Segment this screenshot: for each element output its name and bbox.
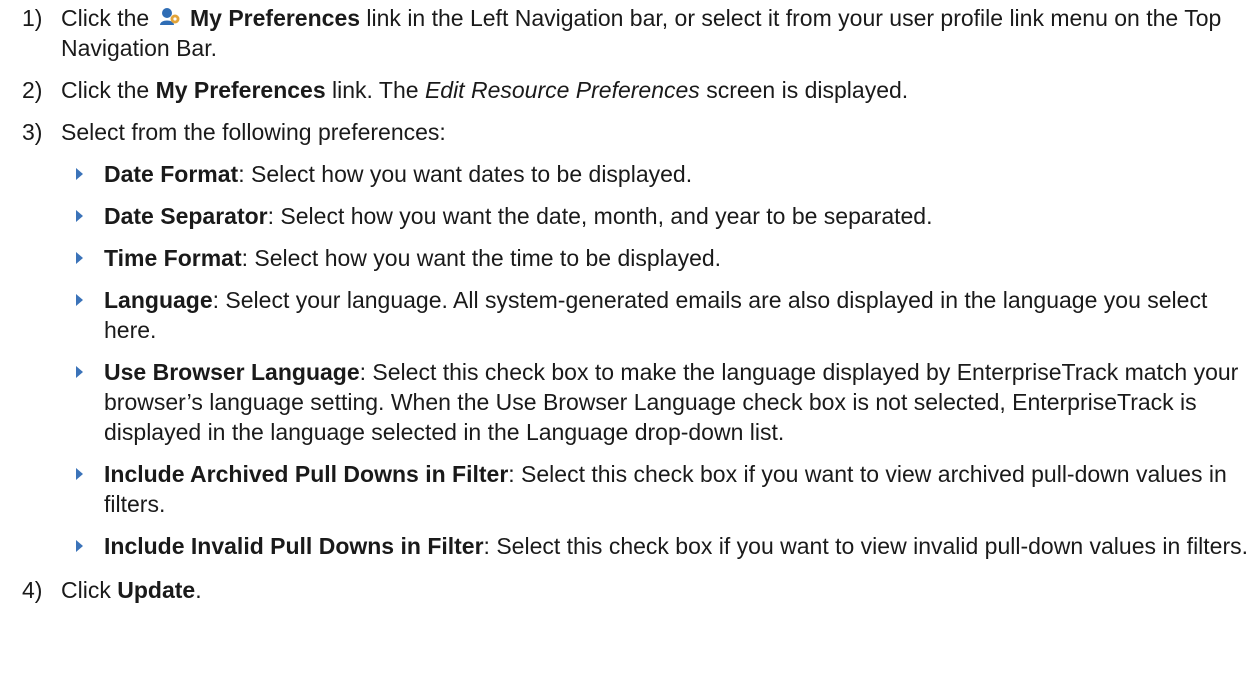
- bullet-arrow-icon: [76, 210, 83, 222]
- step-1: 1) Click the My Preferences link in the …: [0, 3, 1252, 63]
- step-number: 1): [22, 5, 43, 31]
- my-preferences-link-name: My Preferences: [189, 5, 361, 31]
- preference-desc: : Select how you want the date, month, a…: [267, 203, 933, 229]
- step-text-post: screen is displayed.: [706, 77, 909, 103]
- preference-term: Use Browser Language: [104, 359, 360, 385]
- bullet-arrow-icon: [76, 540, 83, 552]
- step-number: 2): [22, 77, 43, 103]
- screen-name: Edit Resource Preferences: [424, 77, 700, 103]
- instructions-page: 1) Click the My Preferences link in the …: [0, 0, 1252, 694]
- preference-desc: : Select how you want dates to be displa…: [238, 161, 693, 187]
- preference-term: Include Archived Pull Downs in Filter: [104, 461, 509, 487]
- step-text-pre: Click the: [61, 77, 150, 103]
- step-4: 4) Click Update.: [0, 575, 1252, 605]
- step-text: Select from the following preferences:: [61, 119, 446, 145]
- bullet-arrow-icon: [76, 168, 83, 180]
- list-item: Date Separator: Select how you want the …: [61, 201, 1252, 231]
- step-text-pre: Click: [61, 577, 111, 603]
- preference-term: Date Separator: [104, 203, 268, 229]
- preferences-icon: [158, 5, 182, 27]
- step-2: 2) Click the My Preferences link. The Ed…: [0, 75, 1252, 105]
- preference-desc: : Select how you want the time to be dis…: [241, 245, 722, 271]
- update-button-name: Update: [117, 577, 196, 603]
- list-item: Include Invalid Pull Downs in Filter: Se…: [61, 531, 1252, 561]
- preference-desc: : Select your language. All system-gener…: [104, 287, 1208, 343]
- bullet-arrow-icon: [76, 294, 83, 306]
- preference-term: Include Invalid Pull Downs in Filter: [104, 533, 484, 559]
- list-item: Language: Select your language. All syst…: [61, 285, 1252, 345]
- preferences-list: Date Format: Select how you want dates t…: [61, 159, 1252, 561]
- list-item: Time Format: Select how you want the tim…: [61, 243, 1252, 273]
- step-number: 3): [22, 119, 43, 145]
- preference-term: Language: [104, 287, 213, 313]
- bullet-arrow-icon: [76, 252, 83, 264]
- my-preferences-link-name: My Preferences: [155, 77, 326, 103]
- preference-term: Date Format: [104, 161, 239, 187]
- bullet-arrow-icon: [76, 366, 83, 378]
- bullet-arrow-icon: [76, 468, 83, 480]
- list-item: Date Format: Select how you want dates t…: [61, 159, 1252, 189]
- step-text-post: .: [195, 577, 202, 603]
- step-text-mid: link. The: [332, 77, 419, 103]
- step-number: 4): [22, 577, 43, 603]
- list-item: Use Browser Language: Select this check …: [61, 357, 1252, 447]
- preference-desc: : Select this check box if you want to v…: [483, 533, 1249, 559]
- step-text-pre: Click the: [61, 5, 150, 31]
- preference-term: Time Format: [104, 245, 242, 271]
- list-item: Include Archived Pull Downs in Filter: S…: [61, 459, 1252, 519]
- step-3: 3) Select from the following preferences…: [0, 117, 1252, 561]
